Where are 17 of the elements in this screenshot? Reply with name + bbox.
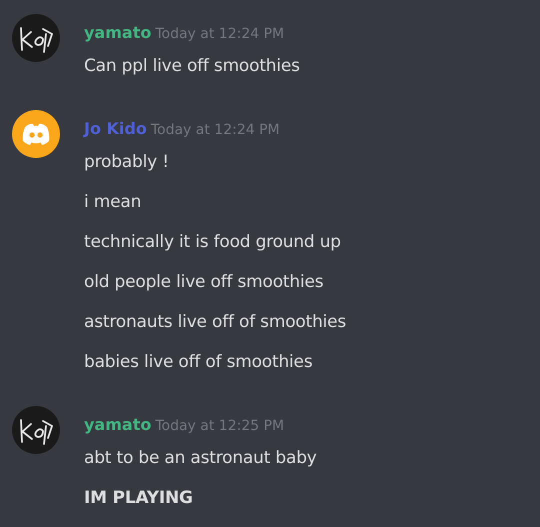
message-text: abt to be an astronaut baby — [84, 448, 317, 468]
timestamp: Today at 12:25 PM — [155, 418, 284, 434]
avatar-icon — [12, 406, 60, 454]
message-text: astronauts live off of smoothies — [84, 312, 346, 332]
message-text: old people live off smoothies — [84, 272, 324, 292]
message-text: probably ! — [84, 152, 169, 172]
message-text: technically it is food ground up — [84, 232, 341, 252]
message-text: Can ppl live off smoothies — [84, 56, 300, 76]
message-text: IM PLAYING — [84, 488, 193, 508]
timestamp: Today at 12:24 PM — [155, 26, 284, 42]
message-text: babies live off of smoothies — [84, 352, 312, 372]
username[interactable]: yamato — [84, 415, 152, 434]
avatar-icon — [12, 14, 60, 62]
avatar-icon — [12, 110, 60, 158]
username[interactable]: yamato — [84, 23, 152, 42]
message-text: i mean — [84, 192, 142, 212]
timestamp: Today at 12:24 PM — [150, 122, 280, 138]
